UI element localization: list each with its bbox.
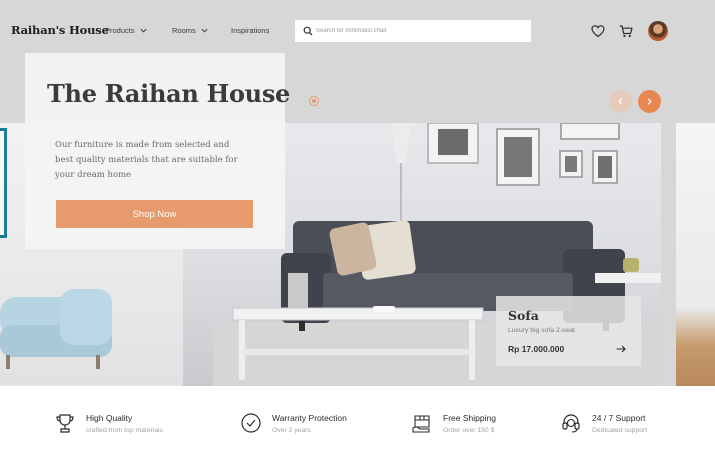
chevron-down-icon: [201, 28, 208, 33]
carousel-prev-button[interactable]: [609, 90, 632, 113]
nav-item-label: Products: [105, 26, 135, 35]
brand-logo[interactable]: Raihan's House: [11, 23, 109, 37]
chevron-right-icon: [647, 98, 652, 105]
search-bar: [295, 20, 531, 42]
features-bar: High Quality crafted from top materials …: [0, 386, 715, 454]
armchair-image: [0, 289, 112, 369]
check-badge-icon: [241, 413, 261, 433]
search-icon[interactable]: [303, 26, 313, 36]
wall-frame-decoration: [0, 128, 7, 238]
chevron-left-icon: [618, 98, 623, 105]
hero-card: The Raihan House Our furniture is made f…: [25, 53, 290, 249]
headset-icon: [562, 414, 580, 433]
heart-icon[interactable]: [590, 23, 606, 39]
product-card[interactable]: Sofa Luxury big sofa 2-seat Rp 17.000.00…: [496, 296, 641, 366]
feature-title: 24 / 7 Support: [592, 413, 646, 423]
carousel-indicator[interactable]: [309, 96, 319, 106]
arrow-right-icon[interactable]: [616, 345, 626, 353]
shipping-box-icon: [412, 415, 430, 433]
product-description: Luxury big sofa 2-seat: [508, 327, 575, 334]
carousel-next-button[interactable]: [638, 90, 661, 113]
feature-subtitle: crafted from top materials: [86, 427, 164, 434]
search-input[interactable]: [316, 24, 516, 38]
cart-icon[interactable]: [618, 23, 634, 39]
nav-item-rooms[interactable]: Rooms: [172, 26, 209, 35]
hero-side-image-right: [676, 123, 715, 386]
hero-title: The Raihan House: [47, 79, 291, 108]
shop-now-button[interactable]: Shop Now: [56, 200, 253, 228]
product-name: Sofa: [508, 308, 539, 323]
feature-title: High Quality: [86, 413, 133, 423]
feature-subtitle: Order over 150 $: [443, 427, 495, 434]
trophy-icon: [56, 414, 74, 433]
feature-title: Free Shipping: [443, 413, 496, 423]
nav-item-label: Rooms: [172, 26, 196, 35]
nav-item-products[interactable]: Products: [105, 26, 148, 35]
feature-subtitle: Over 2 years: [272, 427, 311, 434]
nav-item-inspirations[interactable]: Inspirations: [231, 26, 269, 35]
product-price: Rp 17.000.000: [508, 344, 565, 354]
hero-description: Our furniture is made from selected and …: [55, 140, 238, 180]
feature-title: Warranty Protection: [272, 413, 347, 423]
carousel-indicator-dot: [312, 99, 316, 103]
avatar[interactable]: [648, 21, 668, 41]
feature-subtitle: Dedicated support: [592, 427, 648, 434]
chevron-down-icon: [140, 28, 147, 33]
nav-item-label: Inspirations: [231, 26, 270, 35]
